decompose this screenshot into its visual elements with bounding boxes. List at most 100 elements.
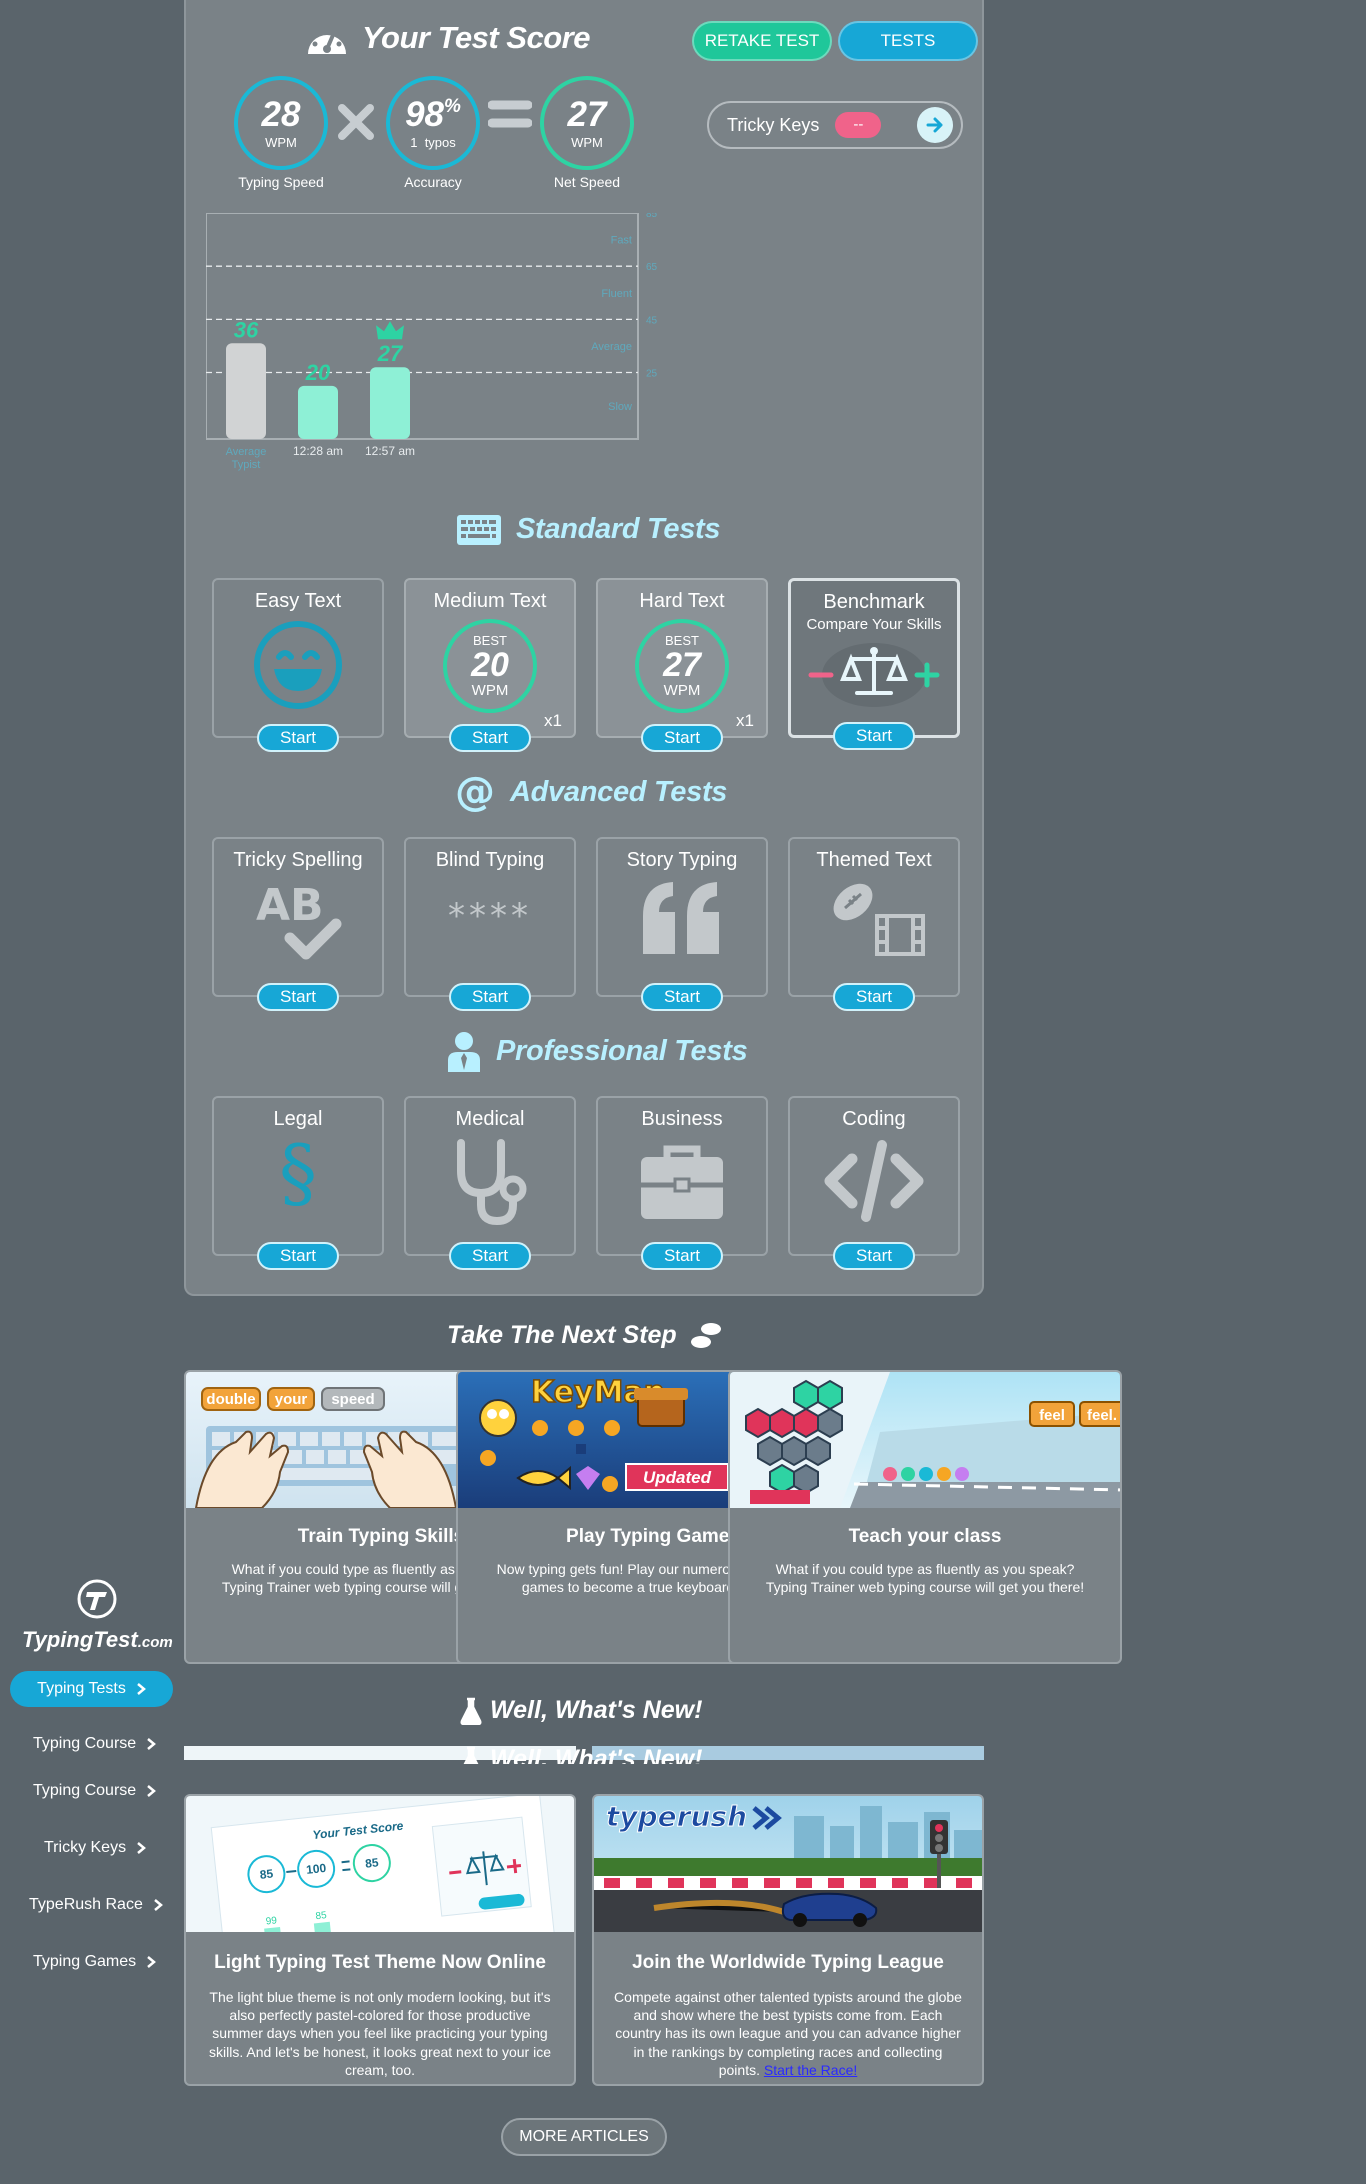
sidebar-item-label: Typing Tests — [37, 1680, 126, 1697]
thumb-speed: 85 — [259, 1866, 274, 1881]
hard-attempt-count: x1 — [736, 711, 754, 730]
legal-start-button[interactable]: Start — [257, 1242, 339, 1270]
chevron-right-icon — [147, 1785, 157, 1797]
easy-text-start-button[interactable]: Start — [257, 724, 339, 752]
story-typing-start-button[interactable]: Start — [641, 983, 723, 1011]
keyboard-icon — [457, 514, 501, 545]
typing-speed-ring: 28 WPM — [234, 76, 328, 170]
teach-class-card[interactable]: feel feel. Teach your class What if you … — [728, 1370, 1122, 1664]
typing-speed-value: 28 — [261, 94, 301, 134]
medium-attempt-count: x1 — [544, 711, 562, 730]
arrow-right-icon[interactable] — [917, 107, 953, 143]
benchmark-start-button[interactable]: Start — [833, 722, 915, 750]
easy-text-card[interactable]: Easy Text — [212, 578, 384, 738]
thumb-bar: 85 — [315, 1910, 328, 1922]
sidebar-item-typing-tests[interactable]: Typing Tests — [10, 1671, 173, 1707]
easy-text-title: Easy Text — [254, 590, 342, 612]
coding-start-button[interactable]: Start — [833, 1242, 915, 1270]
tricky-spelling-card[interactable]: Tricky Spelling AB — [212, 837, 384, 997]
themed-text-start-button[interactable]: Start — [833, 983, 915, 1011]
brand-logo[interactable]: TypingTest.com — [22, 1578, 173, 1653]
medical-title: Medical — [455, 1108, 525, 1130]
flask-icon — [460, 1697, 482, 1725]
crown-icon — [376, 321, 404, 340]
themed-text-title: Themed Text — [816, 849, 932, 871]
blind-typing-card[interactable]: Blind Typing **** — [404, 837, 576, 997]
chart-category-label: Average — [226, 446, 267, 458]
typing-speed-label: Typing Speed — [238, 174, 324, 190]
net-speed-unit: WPM — [571, 134, 603, 150]
tag-feel: feel — [1039, 1407, 1065, 1424]
professional-tests-header: Professional Tests — [446, 1030, 748, 1072]
start-race-link[interactable]: Start the Race! — [764, 2062, 857, 2078]
chart-zone-label: Slow — [608, 401, 632, 413]
whats-new-header: Well, What's New! — [460, 1696, 702, 1725]
accuracy-number: 98 — [405, 94, 445, 134]
tricky-keys-badge: -- — [835, 112, 882, 138]
typerush-image: typerush — [594, 1796, 982, 1932]
business-start-button[interactable]: Start — [641, 1242, 723, 1270]
benchmark-card[interactable]: Benchmark Compare Your Skills — [788, 578, 960, 738]
hard-text-title: Hard Text — [639, 590, 725, 612]
blind-typing-start-button[interactable]: Start — [449, 983, 531, 1011]
ghost-header: Well, What's New! — [460, 1742, 702, 1764]
business-card[interactable]: Business — [596, 1096, 768, 1256]
light-theme-desc: The light blue theme is not only modern … — [209, 1989, 551, 2078]
medical-start-button[interactable]: Start — [449, 1242, 531, 1270]
tag-double: double — [206, 1391, 255, 1408]
medium-text-start-button[interactable]: Start — [449, 724, 531, 752]
hard-text-start-button[interactable]: Start — [641, 724, 723, 752]
chart-value-label: 36 — [234, 317, 259, 342]
at-sign-icon: @ — [455, 771, 495, 813]
football-film-icon — [833, 883, 925, 956]
benchmark-subtitle: Compare Your Skills — [806, 616, 942, 633]
sidebar-item-typing-course[interactable]: Typing Course — [33, 1735, 157, 1753]
sidebar-item-typing-games[interactable]: Typing Games — [33, 1953, 157, 1971]
medical-card[interactable]: Medical — [404, 1096, 576, 1256]
tag-feel-dot: feel. — [1087, 1407, 1117, 1424]
typerush-logo: typerush — [606, 1800, 747, 1833]
section-sign-icon: § — [279, 1128, 317, 1217]
coding-card[interactable]: Coding — [788, 1096, 960, 1256]
typing-speed-group: 28 WPM Typing Speed — [234, 76, 346, 190]
tests-button[interactable]: TESTS — [838, 21, 978, 61]
chevron-right-icon — [147, 1956, 157, 1968]
tricky-spelling-start-button[interactable]: Start — [257, 983, 339, 1011]
sidebar-item-typerush-race[interactable]: TypeRush Race — [29, 1896, 163, 1914]
light-theme-illustration: Your Test Score 85 100 85 99 85 — [210, 1796, 556, 1978]
accuracy-typos: 1 typos — [410, 134, 456, 150]
typerush-illustration: typerush — [594, 1800, 982, 1932]
blind-typing-title: Blind Typing — [435, 849, 545, 871]
chart-value-label: 27 — [377, 341, 404, 366]
story-typing-card[interactable]: Story Typing — [596, 837, 768, 997]
light-theme-article[interactable]: Your Test Score 85 100 85 99 85 Light Ty… — [184, 1794, 576, 2086]
tricky-keys-box[interactable]: Tricky Keys -- — [707, 101, 963, 149]
chevron-right-icon — [154, 1899, 163, 1911]
whats-new-title: Well, What's New! — [490, 1696, 703, 1724]
standard-tests-title: Standard Tests — [516, 513, 721, 545]
classroom-illustration: feel feel. — [730, 1372, 1120, 1508]
typing-league-title: Join the Worldwide Typing League — [632, 1952, 944, 1973]
legal-card[interactable]: Legal § — [212, 1096, 384, 1256]
briefcase-icon — [641, 1145, 723, 1219]
retake-test-button[interactable]: RETAKE TEST — [692, 21, 832, 61]
chart-zone-label: Fluent — [601, 288, 632, 300]
chart-bar — [298, 385, 338, 439]
sidebar-item-tricky-keys[interactable]: Tricky Keys — [44, 1839, 147, 1857]
score-panel: Your Test Score RETAKE TEST TESTS 28 WPM… — [184, 0, 984, 1296]
speedometer-icon — [308, 25, 346, 54]
chart-category-label: Typist — [232, 459, 261, 471]
typing-league-article[interactable]: typerush Join the Worldwide Typing Leagu… — [592, 1794, 984, 2086]
more-articles-button[interactable]: MORE ARTICLES — [501, 2118, 667, 2156]
net-speed-group: 27 WPM Net Speed — [540, 76, 652, 190]
chart-category-label: 12:28 am — [293, 444, 343, 458]
next-step-title: Take The Next Step — [447, 1320, 677, 1349]
tag-your: your — [275, 1391, 308, 1408]
teach-class-desc: What if you could type as fluently as yo… — [765, 1561, 1085, 1596]
sidebar-item-typing-course-2[interactable]: Typing Course — [33, 1782, 157, 1800]
light-theme-image: Your Test Score 85 100 85 99 85 — [186, 1796, 574, 1978]
themed-text-card[interactable]: Themed Text — [788, 837, 960, 997]
chart-y-tick: 65 — [646, 262, 658, 273]
chart-category-label: 12:57 am — [365, 444, 415, 458]
sidebar-item-label: Typing Games — [33, 1953, 137, 1970]
